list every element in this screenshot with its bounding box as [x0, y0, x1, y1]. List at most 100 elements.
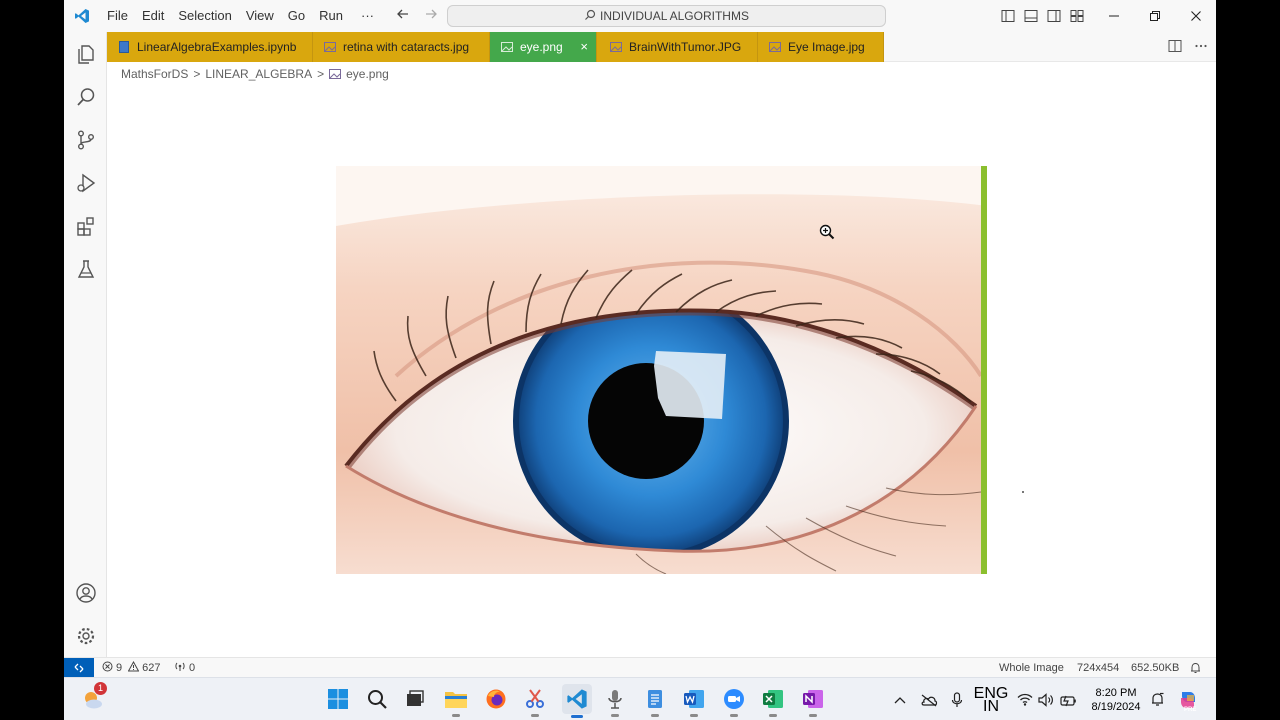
menu-file[interactable]: File [100, 0, 135, 32]
testing-icon[interactable] [64, 247, 107, 290]
extensions-icon[interactable] [64, 204, 107, 247]
search-icon[interactable] [64, 75, 107, 118]
eye-image [336, 166, 987, 574]
status-bar: 9 627 0 Whole Image 724x454 652.50KB [64, 657, 1216, 677]
breadcrumb-separator: > [193, 67, 201, 81]
settings-gear-icon[interactable] [64, 614, 107, 657]
language-indicator[interactable]: ENG IN [974, 678, 1009, 720]
vscode-logo-icon [64, 0, 100, 32]
editor-actions [1168, 32, 1208, 62]
weather-badge: 1 [94, 682, 107, 695]
clock-time: 8:20 PM [1095, 686, 1137, 699]
remote-indicator-icon[interactable] [64, 658, 94, 677]
image-file-icon [768, 40, 782, 54]
zoom-icon[interactable] [721, 686, 747, 717]
run-debug-icon[interactable] [64, 161, 107, 204]
navigation-arrows [394, 0, 440, 32]
customize-layout-icon[interactable] [1069, 8, 1085, 24]
snipping-tool-icon[interactable] [522, 686, 548, 717]
image-scale[interactable]: Whole Image [999, 658, 1064, 677]
arrow-forward-icon[interactable] [422, 7, 440, 26]
image-file-icon [609, 40, 623, 54]
notepad-icon[interactable] [642, 686, 668, 717]
word-icon[interactable] [681, 686, 707, 717]
more-actions-icon[interactable] [1194, 39, 1208, 56]
tab-label: eye.png [520, 40, 563, 54]
vscode-window: File Edit Selection View Go Run ··· INDI… [64, 0, 1216, 720]
running-indicator [809, 714, 817, 717]
language-region: IN [983, 697, 999, 715]
close-icon[interactable] [1175, 0, 1216, 32]
tab-label: LinearAlgebraExamples.ipynb [137, 40, 297, 54]
tab-label: BrainWithTumor.JPG [629, 40, 742, 54]
task-view-icon[interactable] [402, 686, 428, 712]
command-center[interactable]: INDIVIDUAL ALGORITHMS [447, 5, 886, 27]
volume-icon[interactable] [1037, 678, 1055, 720]
minimize-icon[interactable] [1093, 0, 1134, 32]
image-dimensions: 724x454 [1077, 661, 1120, 674]
image-file-icon [323, 40, 337, 54]
menu-more[interactable]: ··· [354, 0, 381, 32]
tab-brain-with-tumor[interactable]: BrainWithTumor.JPG [597, 32, 758, 62]
microphone-icon[interactable] [948, 678, 966, 720]
menu-run[interactable]: Run [312, 0, 350, 32]
excel-icon[interactable] [760, 686, 786, 717]
breadcrumb: MathsForDS > LINEAR_ALGEBRA > eye.png [121, 66, 389, 82]
running-indicator [611, 714, 619, 717]
copilot-icon[interactable]: PRE [1175, 678, 1201, 720]
running-indicator [651, 714, 659, 717]
file-explorer-icon[interactable] [443, 686, 469, 717]
microphone-recorder-icon[interactable] [602, 686, 628, 717]
clock[interactable]: 8:20 PM 8/19/2024 [1086, 678, 1146, 720]
error-count: 9 [116, 661, 123, 674]
menu-selection[interactable]: Selection [171, 0, 238, 32]
active-indicator [571, 715, 583, 718]
menu-go[interactable]: Go [281, 0, 312, 32]
account-icon[interactable] [64, 571, 107, 614]
tab-eye-png[interactable]: eye.png × [490, 32, 597, 62]
tab-retina-with-cataracts[interactable]: retina with cataracts.jpg [313, 32, 490, 62]
wifi-icon[interactable] [1016, 678, 1034, 720]
breadcrumb-folder[interactable]: LINEAR_ALGEBRA [205, 67, 312, 81]
source-control-icon[interactable] [64, 118, 107, 161]
close-tab-icon[interactable]: × [580, 39, 588, 54]
layout-controls [1000, 0, 1085, 32]
notification-center-icon[interactable] [1148, 678, 1166, 720]
explorer-icon[interactable] [64, 32, 107, 75]
show-hidden-icons-chevron-up-icon[interactable] [891, 678, 909, 720]
firefox-icon[interactable] [483, 686, 509, 712]
arrow-back-icon[interactable] [394, 7, 412, 26]
running-indicator [452, 714, 460, 717]
running-indicator [769, 714, 777, 717]
split-editor-icon[interactable] [1168, 39, 1182, 56]
activity-bar: 1 [64, 32, 107, 678]
breadcrumb-folder[interactable]: MathsForDS [121, 67, 188, 81]
problems-indicator[interactable]: 9 627 [102, 658, 160, 677]
weather-widget-icon[interactable]: 1 [80, 682, 107, 712]
windows-start-icon[interactable] [325, 686, 351, 712]
menu-edit[interactable]: Edit [135, 0, 171, 32]
restore-icon[interactable] [1134, 0, 1175, 32]
breadcrumb-file[interactable]: eye.png [346, 67, 389, 81]
taskbar-search-icon[interactable] [364, 686, 390, 712]
image-filesize: 652.50KB [1131, 661, 1180, 674]
error-icon [102, 661, 113, 675]
menu-view[interactable]: View [239, 0, 281, 32]
clock-date: 8/19/2024 [1091, 700, 1141, 713]
image-preview[interactable] [336, 166, 987, 574]
onedrive-cloud-icon[interactable] [919, 678, 939, 720]
tab-linear-algebra-examples[interactable]: LinearAlgebraExamples.ipynb [107, 32, 313, 62]
toggle-panel-icon[interactable] [1023, 8, 1039, 24]
tab-eye-image-jpg[interactable]: Eye Image.jpg [758, 32, 884, 62]
window-controls [1093, 0, 1216, 32]
image-file-icon [329, 69, 342, 79]
editor-tab-bar: LinearAlgebraExamples.ipynb retina with … [107, 32, 1216, 62]
vscode-taskbar-icon[interactable] [562, 684, 592, 718]
broadcast-icon [174, 661, 186, 675]
battery-icon[interactable] [1058, 678, 1078, 720]
notifications-bell-icon[interactable] [1190, 658, 1201, 677]
ports-indicator[interactable]: 0 [174, 658, 195, 677]
toggle-primary-sidebar-icon[interactable] [1000, 8, 1016, 24]
onenote-icon[interactable] [800, 686, 826, 717]
toggle-secondary-sidebar-icon[interactable] [1046, 8, 1062, 24]
